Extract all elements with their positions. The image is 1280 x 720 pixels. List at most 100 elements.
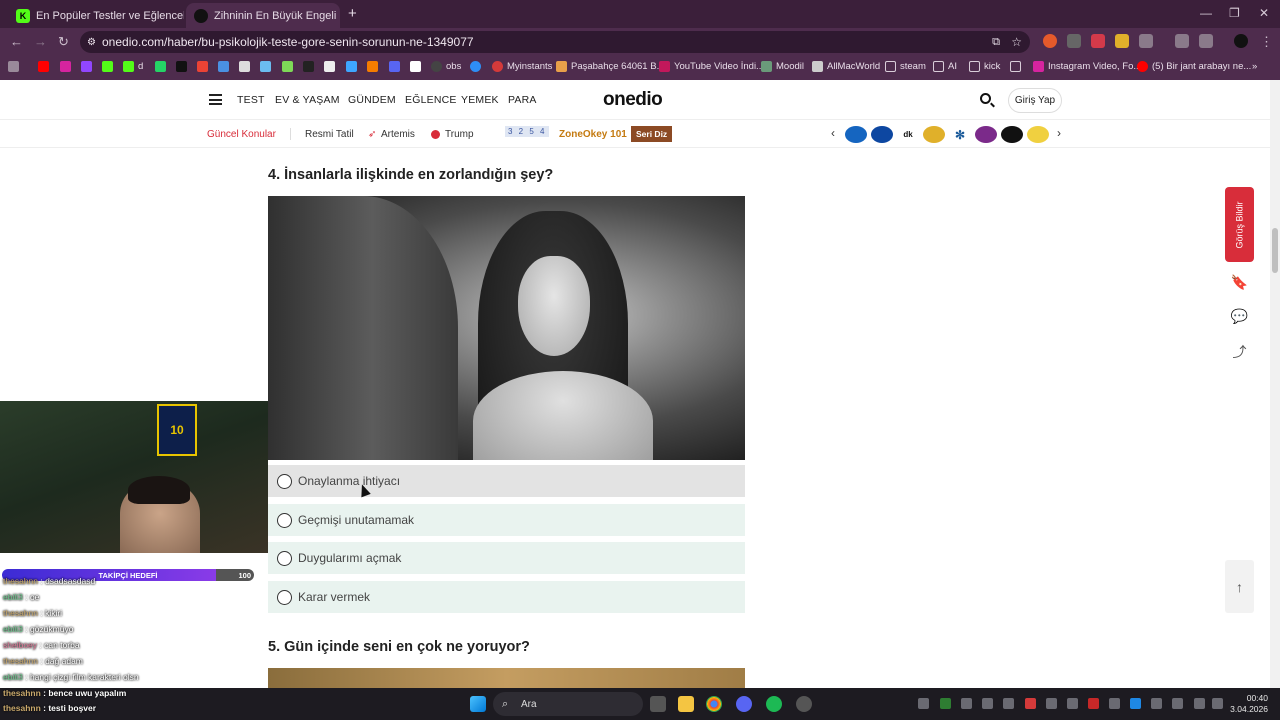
tray-icon[interactable] xyxy=(918,698,929,709)
scroll-to-top-button[interactable]: ↑ xyxy=(1225,560,1254,613)
profile-key-icon[interactable] xyxy=(1199,34,1213,48)
radio-icon[interactable] xyxy=(277,512,292,528)
bookmark-moodil[interactable]: Moodil xyxy=(761,61,804,72)
bookmark-youtube-icon[interactable] xyxy=(38,61,53,72)
minimize-icon[interactable]: — xyxy=(1200,6,1212,20)
bookmark-instagram-icon[interactable] xyxy=(60,61,75,72)
menu-icon[interactable] xyxy=(209,94,222,105)
discord-icon[interactable] xyxy=(736,696,752,712)
restore-icon[interactable]: ❐ xyxy=(1229,6,1240,20)
feedback-button[interactable]: Görüş Bildir xyxy=(1225,187,1254,262)
answer-option[interactable]: Karar vermek xyxy=(268,581,745,613)
bookmark-app-icon[interactable] xyxy=(367,61,382,72)
bookmark-youtube-jant[interactable]: (5) Bir jant arabayı ne... xyxy=(1137,61,1251,72)
partner-logo-icon[interactable] xyxy=(923,126,945,143)
bookmark-app-icon[interactable] xyxy=(470,61,485,72)
forward-icon[interactable]: → xyxy=(34,34,47,49)
tray-icon[interactable] xyxy=(982,698,993,709)
nav-gundem[interactable]: GÜNDEM xyxy=(348,94,396,106)
new-tab-button[interactable]: + xyxy=(348,5,357,22)
bookmark-obs[interactable]: obs xyxy=(431,61,461,72)
tab-zihninin-en-buyuk-engeli[interactable]: Zihninin En Büyük Engeli Ne? - ✕ xyxy=(186,3,340,28)
bookmark-app-icon[interactable] xyxy=(324,61,339,72)
bookmark-folder-steam[interactable]: steam xyxy=(885,61,926,72)
extension-counter-icon[interactable] xyxy=(1067,34,1081,48)
tray-icon[interactable] xyxy=(1109,698,1120,709)
tray-icon[interactable] xyxy=(1046,698,1057,709)
save-bookmark-icon[interactable]: 🔖 xyxy=(1225,268,1254,297)
extensions-puzzle-icon[interactable] xyxy=(1139,34,1153,48)
taskbar-search[interactable]: ⌕ Ara xyxy=(493,692,643,716)
radio-icon[interactable] xyxy=(277,589,292,605)
partner-logo-icon[interactable] xyxy=(1001,126,1023,143)
bookmark-app-icon[interactable] xyxy=(303,61,318,72)
answer-option[interactable]: Duygularımı açmak xyxy=(268,542,745,574)
partner-logo-icon[interactable] xyxy=(845,126,867,143)
partner-dk-icon[interactable]: dk xyxy=(897,126,919,143)
topic-trump[interactable]: Trump xyxy=(445,129,474,140)
bookmark-myinstants[interactable]: Myinstants xyxy=(492,61,552,72)
bluetooth-icon[interactable] xyxy=(1130,698,1141,709)
chrome-icon[interactable] xyxy=(706,696,722,712)
answer-option[interactable]: Geçmişi unutamamak xyxy=(268,504,745,536)
comments-icon[interactable]: 💬 xyxy=(1225,302,1254,331)
bookmark-star-icon[interactable]: ☆ xyxy=(1011,35,1022,49)
tray-nvidia-icon[interactable] xyxy=(940,698,951,709)
task-view-icon[interactable] xyxy=(650,696,666,712)
start-menu-icon[interactable] xyxy=(470,696,486,712)
install-icon[interactable]: ⧉ xyxy=(992,36,1000,49)
answer-option[interactable]: Onaylanma ihtiyacı xyxy=(268,465,745,497)
bookmark-whatsapp-icon[interactable] xyxy=(155,61,170,72)
topic-resmi-tatil[interactable]: Resmi Tatil xyxy=(305,129,354,140)
share-icon[interactable]: ⤴ xyxy=(1225,337,1254,366)
bookmark-app-icon[interactable] xyxy=(218,61,233,72)
apps-grid-icon[interactable] xyxy=(8,61,23,72)
nav-test[interactable]: TEST xyxy=(237,94,265,106)
nav-ev-yasam[interactable]: EV & YAŞAM xyxy=(275,94,340,106)
bookmark-app-icon[interactable] xyxy=(389,61,404,72)
obs-icon[interactable] xyxy=(796,696,812,712)
next-arrow-icon[interactable]: › xyxy=(1057,126,1061,140)
bookmark-folder-ai[interactable]: AI xyxy=(933,61,957,72)
close-window-icon[interactable]: ✕ xyxy=(1259,6,1269,20)
bookmark-allmacworld[interactable]: AllMacWorld xyxy=(812,61,880,72)
extension-fire-icon[interactable] xyxy=(1043,34,1057,48)
spotify-icon[interactable] xyxy=(766,696,782,712)
bookmark-app-icon[interactable] xyxy=(239,61,254,72)
nav-para[interactable]: PARA xyxy=(508,94,537,106)
site-logo[interactable]: onedio xyxy=(603,89,663,111)
partner-logo-icon[interactable] xyxy=(1027,126,1049,143)
tab-en-populer-testler[interactable]: K En Popüler Testler ve Eğlenceli ✕ xyxy=(8,3,184,28)
bookmark-app-icon[interactable] xyxy=(282,61,297,72)
bookmark-instagram-video[interactable]: Instagram Video, Fo... xyxy=(1033,61,1141,72)
bookmark-kick-icon[interactable] xyxy=(102,61,117,72)
bookmark-play-icon[interactable] xyxy=(346,61,361,72)
bookmark-kick-d[interactable]: d xyxy=(123,61,143,72)
topic-artemis[interactable]: Artemis xyxy=(381,129,415,140)
network-icon[interactable] xyxy=(1194,698,1205,709)
bookmark-twitch-icon[interactable] xyxy=(81,61,96,72)
radio-icon[interactable] xyxy=(277,473,292,489)
bookmark-tiktok-icon[interactable] xyxy=(176,61,191,72)
current-topics-label[interactable]: Güncel Konular xyxy=(207,129,276,140)
file-explorer-icon[interactable] xyxy=(678,696,694,712)
bookmark-app-icon[interactable] xyxy=(410,61,425,72)
reload-icon[interactable]: ↻ xyxy=(58,34,69,50)
back-icon[interactable]: ← xyxy=(10,34,23,49)
bookmark-folder-icon[interactable] xyxy=(1010,61,1025,72)
page-scrollbar[interactable] xyxy=(1270,80,1280,688)
partner-star-icon[interactable]: ✻ xyxy=(949,126,971,143)
search-icon[interactable] xyxy=(980,93,991,104)
address-field[interactable]: ⚙ onedio.com/haber/bu-psikolojik-teste-g… xyxy=(80,31,1030,53)
nav-eglence[interactable]: EĞLENCE xyxy=(405,94,457,106)
browser-menu-icon[interactable]: ⋮ xyxy=(1260,34,1273,50)
tray-icon[interactable] xyxy=(1151,698,1162,709)
tray-icon[interactable] xyxy=(1067,698,1078,709)
tray-icon[interactable] xyxy=(1088,698,1099,709)
nav-yemek[interactable]: YEMEK xyxy=(461,94,499,106)
tray-icon[interactable] xyxy=(1025,698,1036,709)
downloads-icon[interactable] xyxy=(1175,34,1189,48)
scrollbar-thumb[interactable] xyxy=(1272,228,1278,273)
prev-arrow-icon[interactable]: ‹ xyxy=(831,126,835,140)
login-button[interactable]: Giriş Yap xyxy=(1008,88,1062,113)
